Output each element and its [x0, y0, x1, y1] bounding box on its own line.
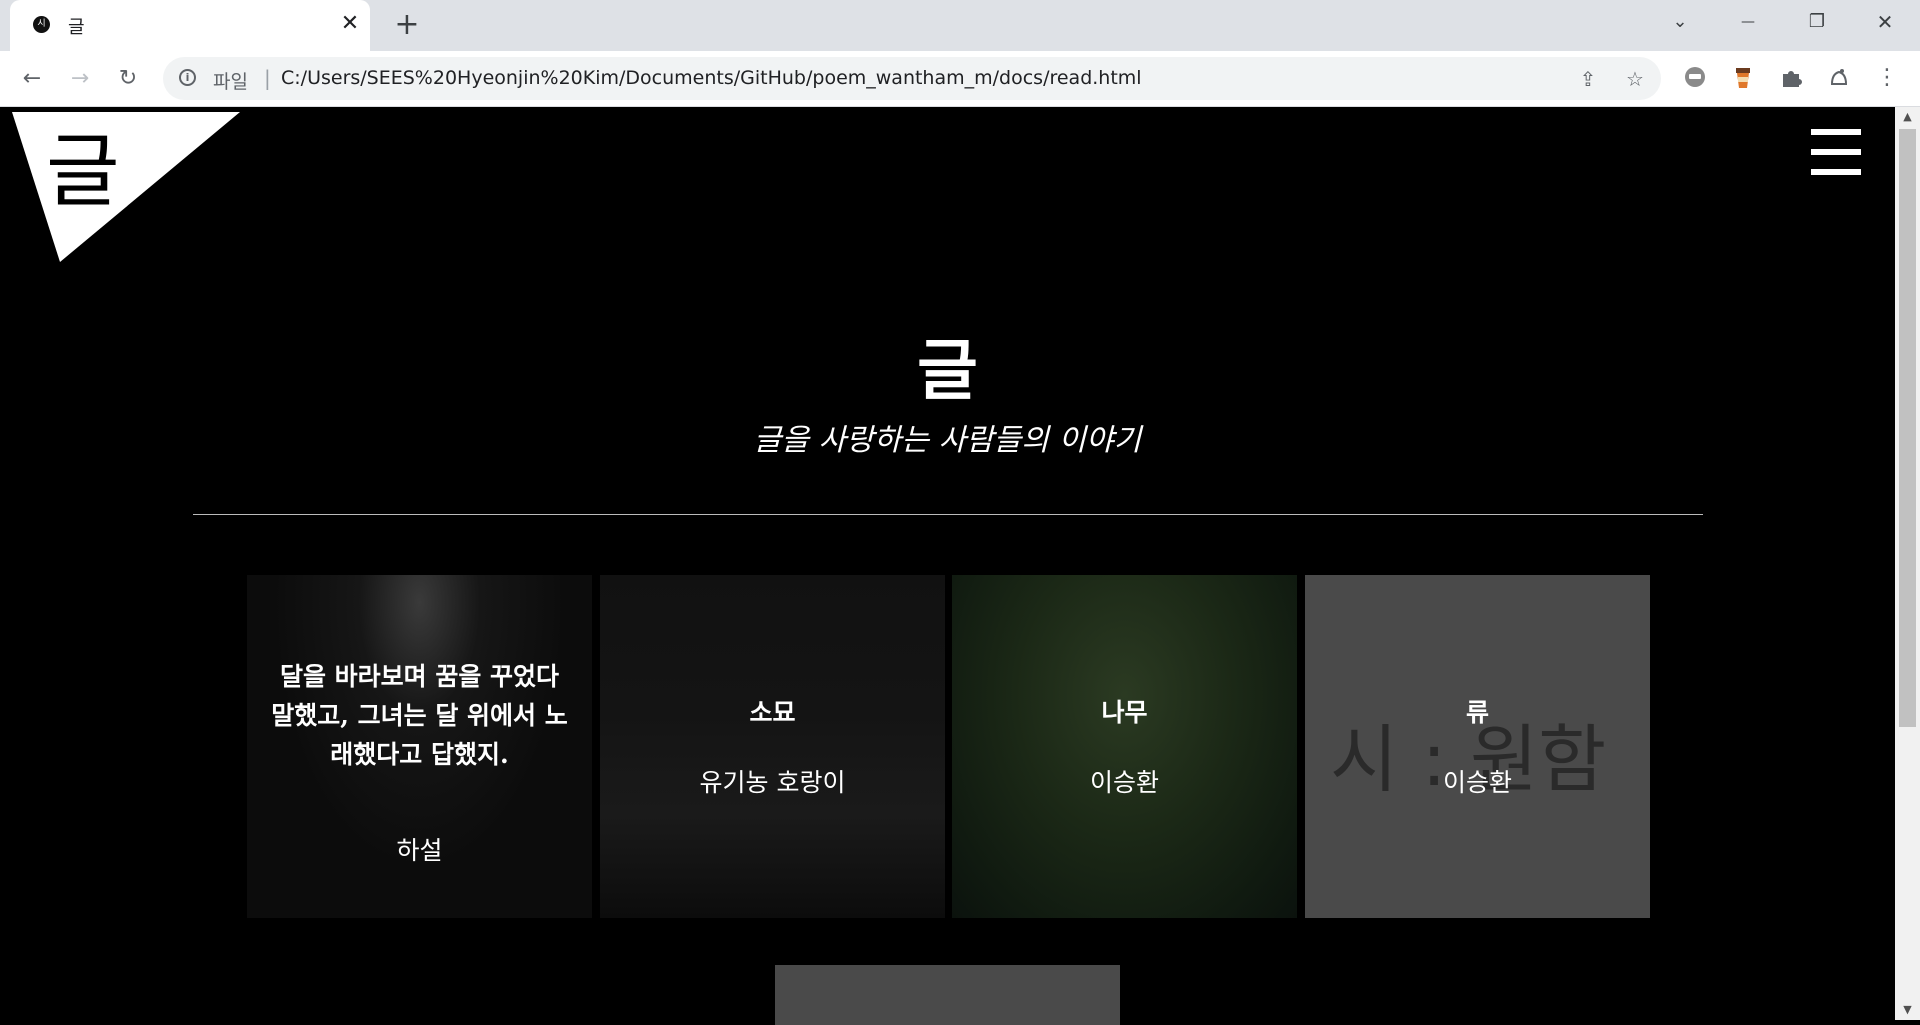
hero-subtitle: 글을 사랑하는 사람들의 이야기	[753, 423, 1142, 458]
ext-badge-icon[interactable]	[1683, 66, 1707, 90]
browser-toolbar: ← → ↻ i 파일 | C:/Users/SEES%20Hyeonjin%20…	[0, 51, 1920, 107]
tab-search-button[interactable]: ⌄	[1650, 0, 1710, 44]
share-icon[interactable]: ⇪	[1576, 67, 1600, 91]
card-title: 류	[1465, 698, 1489, 727]
scroll-thumb[interactable]	[1899, 129, 1916, 727]
reload-button[interactable]: ↻	[111, 62, 145, 96]
section-divider	[193, 514, 1703, 515]
url-scheme-label: 파일	[213, 71, 248, 93]
card-author: 유기농 호랑이	[699, 768, 846, 797]
card-title: 달을 바라보며 꿈을 꾸었다 말했고, 그녀는 달 위에서 노래했다고 답했지.	[271, 662, 568, 769]
browser-tab[interactable]: 시 글 ✕	[10, 0, 370, 51]
bookmark-star-icon[interactable]: ☆	[1623, 67, 1647, 91]
new-tab-button[interactable]: +	[390, 8, 424, 42]
site-logo[interactable]: 글	[12, 112, 240, 262]
page-content: 글 글 글을 사랑하는 사람들의 이야기 달을 바라보며 꿈을 꾸었다 말했고,…	[0, 107, 1895, 1020]
card-author: 하설	[396, 836, 443, 865]
back-button[interactable]: ←	[15, 62, 49, 96]
hero-title: 글	[917, 331, 978, 409]
post-card[interactable]: 달을 바라보며 꿈을 꾸었다 말했고, 그녀는 달 위에서 노래했다고 답했지.…	[247, 575, 592, 918]
scroll-up-arrow-icon[interactable]: ▲	[1895, 107, 1920, 127]
scroll-down-arrow-icon[interactable]: ▼	[1895, 1000, 1920, 1020]
card-background	[952, 575, 1297, 918]
post-card[interactable]: 나무 이승환	[952, 575, 1297, 918]
tab-strip: 시 글 ✕ + ⌄ — ❐ ✕	[0, 0, 1920, 51]
tab-favicon-icon: 시	[33, 16, 50, 33]
window-close-button[interactable]: ✕	[1855, 0, 1915, 44]
minimize-button[interactable]: —	[1718, 0, 1778, 44]
card-background	[600, 575, 945, 918]
card-title: 나무	[1101, 698, 1148, 727]
card-author: 이승환	[1089, 768, 1159, 797]
site-info-icon[interactable]: i	[179, 69, 196, 86]
page-scrollbar[interactable]: ▲ ▼	[1895, 107, 1920, 1020]
coffee-icon[interactable]	[1731, 66, 1755, 90]
address-bar[interactable]: i 파일 | C:/Users/SEES%20Hyeonjin%20Kim/Do…	[163, 57, 1661, 100]
post-card-partial[interactable]	[775, 965, 1120, 1025]
tab-close-icon[interactable]: ✕	[335, 9, 365, 39]
logo-text: 글	[46, 125, 120, 218]
menu-dots-icon[interactable]: ⋮	[1875, 66, 1899, 90]
hamburger-menu-icon[interactable]	[1811, 129, 1861, 175]
url-text[interactable]: C:/Users/SEES%20Hyeonjin%20Kim/Documents…	[281, 67, 1142, 89]
tab-title: 글	[68, 17, 85, 38]
post-card[interactable]: 소묘 유기농 호랑이	[600, 575, 945, 918]
card-title: 소묘	[749, 698, 796, 727]
profile-icon[interactable]	[1827, 66, 1851, 90]
url-separator: |	[264, 66, 271, 90]
post-card[interactable]: 시 : 원함 류 이승환	[1305, 575, 1650, 918]
forward-button[interactable]: →	[63, 62, 97, 96]
card-author: 이승환	[1442, 768, 1512, 797]
puzzle-icon[interactable]	[1779, 66, 1803, 90]
restore-button[interactable]: ❐	[1787, 0, 1847, 44]
